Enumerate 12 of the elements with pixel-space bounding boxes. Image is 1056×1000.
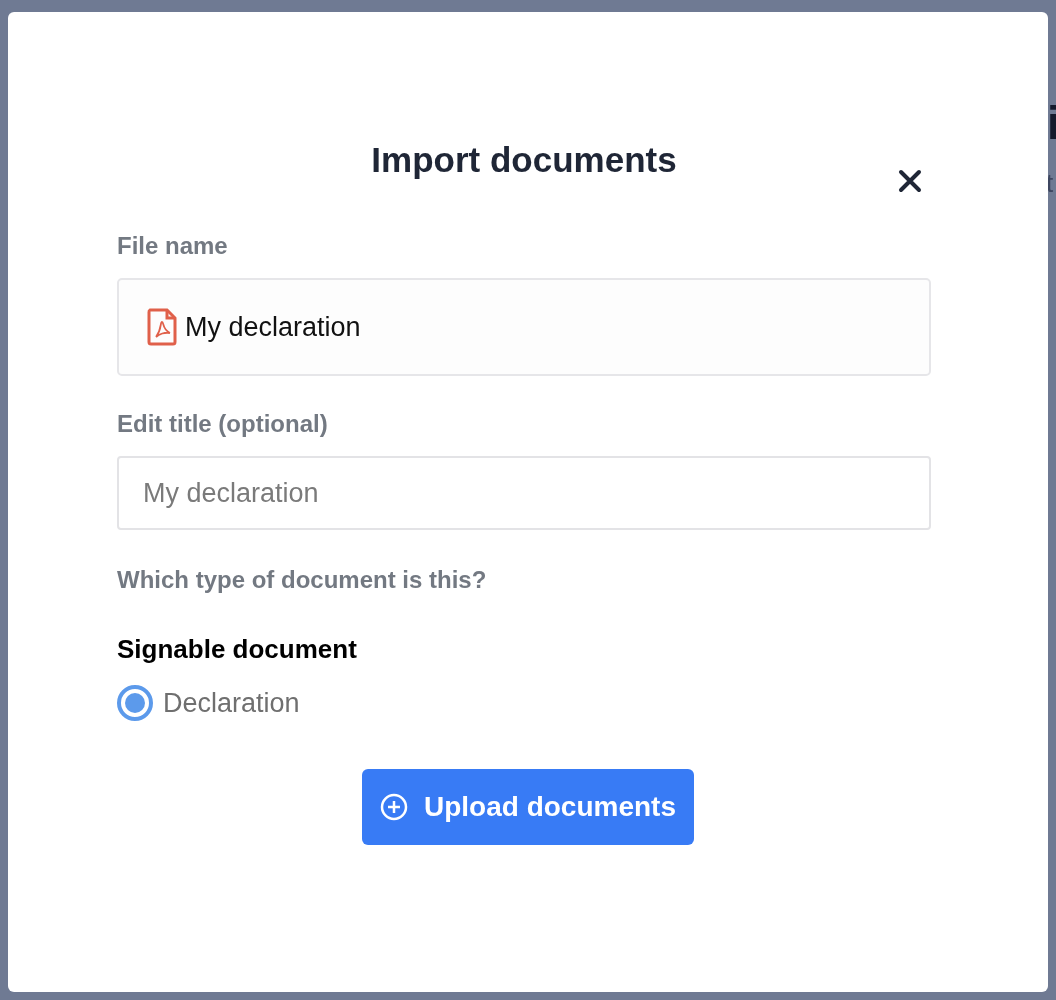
field-label: Edit title (optional) — [117, 410, 329, 438]
group-title: Signable document — [117, 634, 358, 665]
question-label: Which type of document is this? — [117, 566, 488, 594]
title-input[interactable]: My declaration — [117, 456, 931, 530]
plus-circle-icon — [380, 793, 408, 821]
dialog-title: Import documents — [371, 140, 677, 180]
upload-button[interactable]: Upload documents — [362, 769, 694, 845]
pdf-file-icon — [147, 308, 177, 346]
radio-option[interactable]: Declaration — [117, 685, 931, 721]
file-name: My declaration — [185, 311, 361, 343]
radio-button[interactable] — [117, 685, 153, 721]
field-label: File name — [117, 232, 229, 260]
